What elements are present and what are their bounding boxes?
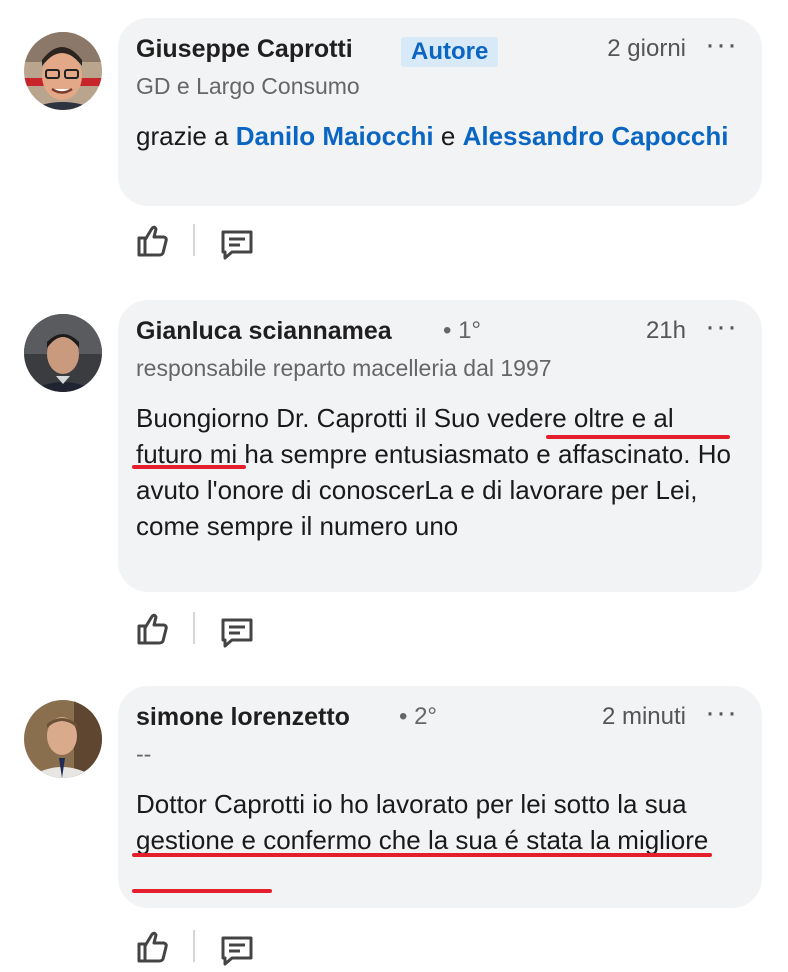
mention-link[interactable]: Alessandro Capocchi	[463, 121, 729, 151]
thumbs-up-icon[interactable]	[134, 610, 170, 646]
red-underline-annotation	[132, 465, 246, 469]
avatar-simone-lorenzetto[interactable]	[24, 700, 102, 778]
red-underline-annotation	[546, 435, 730, 439]
connection-degree: • 1°	[443, 317, 482, 344]
comment-author[interactable]: Gianluca sciannamea	[136, 317, 392, 346]
comment-icon[interactable]	[220, 614, 254, 648]
comment-bubble: Gianluca sciannamea • 1° 21h ··· respons…	[118, 300, 762, 592]
comment-time: 21h	[645, 317, 686, 344]
action-divider	[193, 612, 195, 644]
comment-icon[interactable]	[220, 226, 254, 260]
author-headline: responsabile reparto macelleria dal 1997	[136, 355, 552, 381]
red-underline-annotation	[132, 889, 272, 893]
comment-author[interactable]: simone lorenzetto	[136, 703, 350, 732]
red-underline-annotation	[132, 853, 712, 857]
author-headline: GD e Largo Consumo	[136, 73, 360, 99]
thumbs-up-icon[interactable]	[134, 222, 170, 258]
mention-link[interactable]: Danilo Maiocchi	[236, 121, 434, 151]
text-fragment: grazie a	[136, 121, 236, 151]
comment-icon[interactable]	[220, 932, 254, 966]
avatar-gianluca-sciannamea[interactable]	[24, 314, 102, 392]
more-options-icon[interactable]: ···	[705, 312, 738, 342]
more-options-icon[interactable]: ···	[705, 30, 738, 60]
comment-author[interactable]: Giuseppe Caprotti	[136, 35, 353, 64]
comment-bubble: simone lorenzetto • 2° 2 minuti ··· -- D…	[118, 686, 762, 908]
text-fragment: e	[433, 121, 463, 151]
comment-text: Buongiorno Dr. Caprotti il Suo vedere ol…	[136, 403, 731, 541]
connection-degree: • 2°	[399, 703, 438, 730]
comment-text: grazie a Danilo Maiocchi e Alessandro Ca…	[136, 118, 746, 154]
author-badge: Autore	[401, 37, 499, 67]
author-headline: --	[136, 741, 152, 767]
comment-time: 2 giorni	[607, 35, 686, 62]
action-divider	[193, 930, 195, 962]
comment-bubble: Giuseppe Caprotti Autore 2 giorni ··· GD…	[118, 18, 762, 206]
action-divider	[193, 224, 195, 256]
more-options-icon[interactable]: ···	[705, 698, 738, 728]
avatar-giuseppe-caprotti[interactable]	[24, 32, 102, 110]
thumbs-up-icon[interactable]	[134, 928, 170, 964]
comment-time: 2 minuti	[601, 703, 686, 730]
comment-text: Dottor Caprotti io ho lavorato per lei s…	[136, 789, 709, 855]
